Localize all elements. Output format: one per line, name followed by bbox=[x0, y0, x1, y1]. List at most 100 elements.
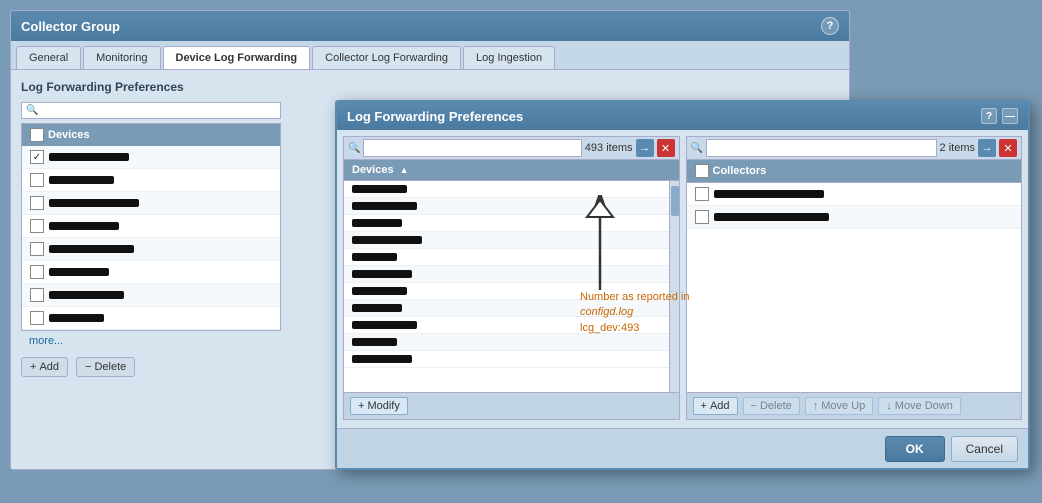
bg-list-item[interactable] bbox=[22, 307, 280, 330]
collectors-search-input[interactable] bbox=[706, 139, 937, 157]
list-item[interactable] bbox=[344, 198, 669, 215]
device-name bbox=[352, 321, 417, 329]
bg-delete-icon: − bbox=[85, 361, 91, 373]
list-item[interactable] bbox=[344, 300, 669, 317]
bg-device-name bbox=[49, 245, 134, 253]
bg-row-checkbox[interactable] bbox=[30, 196, 44, 210]
collectors-clear-icon-btn[interactable]: ✕ bbox=[999, 139, 1017, 157]
bg-list-item[interactable] bbox=[22, 146, 280, 169]
devices-list[interactable] bbox=[344, 181, 679, 392]
bg-row-checkbox[interactable] bbox=[30, 265, 44, 279]
bg-row-checkbox[interactable] bbox=[30, 242, 44, 256]
devices-item-count: 493 items bbox=[585, 142, 633, 154]
cancel-button[interactable]: Cancel bbox=[951, 436, 1018, 462]
bg-section-header: Log Forwarding Preferences bbox=[21, 80, 839, 94]
devices-list-header: Devices ▲ bbox=[344, 160, 679, 181]
move-up-icon: ↑ bbox=[813, 400, 819, 412]
bg-delete-button[interactable]: − Delete bbox=[76, 357, 135, 377]
bg-list-item[interactable] bbox=[22, 261, 280, 284]
bg-row-checkbox[interactable] bbox=[30, 219, 44, 233]
device-name bbox=[352, 185, 407, 193]
bg-list-item[interactable] bbox=[22, 284, 280, 307]
modal-help-icon[interactable]: ? bbox=[981, 108, 997, 124]
bg-device-name bbox=[49, 176, 114, 184]
collector-name bbox=[714, 213, 829, 221]
devices-pane: 🔍 493 items → ✕ Devices ▲ bbox=[343, 136, 680, 420]
list-item[interactable] bbox=[344, 317, 669, 334]
list-item[interactable] bbox=[344, 266, 669, 283]
tab-log-ingestion[interactable]: Log Ingestion bbox=[463, 46, 555, 69]
bg-device-name bbox=[49, 268, 109, 276]
log-forwarding-modal: Log Forwarding Preferences ? — 🔍 493 ite… bbox=[335, 100, 1030, 470]
modify-button[interactable]: + Modify bbox=[350, 397, 408, 415]
collectors-list-header: Collectors bbox=[687, 160, 1022, 183]
collectors-search-icon: 🔍 bbox=[691, 143, 703, 154]
bg-row-checkbox[interactable] bbox=[30, 311, 44, 325]
bg-list-item[interactable] bbox=[22, 238, 280, 261]
bg-row-checkbox[interactable] bbox=[30, 173, 44, 187]
move-down-icon: ↓ bbox=[886, 400, 892, 412]
list-item[interactable] bbox=[687, 183, 1022, 206]
devices-search-input[interactable] bbox=[363, 139, 581, 157]
list-item[interactable] bbox=[344, 181, 669, 198]
collectors-add-button[interactable]: + Add bbox=[693, 397, 738, 415]
bg-device-list-header: Devices bbox=[22, 124, 280, 146]
bg-row-checkbox[interactable] bbox=[30, 150, 44, 164]
bg-add-icon: + bbox=[30, 361, 36, 373]
list-item[interactable] bbox=[687, 206, 1022, 229]
list-item[interactable] bbox=[344, 215, 669, 232]
collectors-delete-icon: − bbox=[751, 400, 757, 412]
devices-scrollbar[interactable] bbox=[669, 181, 679, 392]
tab-collector-log-forwarding[interactable]: Collector Log Forwarding bbox=[312, 46, 461, 69]
list-item[interactable] bbox=[344, 334, 669, 351]
bg-search-icon: 🔍 bbox=[26, 105, 38, 116]
ok-button[interactable]: OK bbox=[885, 436, 945, 462]
bg-device-name bbox=[49, 291, 124, 299]
modify-icon: + bbox=[358, 400, 364, 412]
bg-header-checkbox[interactable] bbox=[30, 128, 44, 142]
bg-search-bar: 🔍 bbox=[21, 102, 281, 119]
collectors-move-up-button[interactable]: ↑ Move Up bbox=[805, 397, 874, 415]
collectors-move-down-button[interactable]: ↓ Move Down bbox=[878, 397, 961, 415]
bg-row-checkbox[interactable] bbox=[30, 288, 44, 302]
collectors-add-icon-btn[interactable]: → bbox=[978, 139, 996, 157]
tab-device-log-forwarding[interactable]: Device Log Forwarding bbox=[163, 46, 311, 69]
devices-scroll-thumb[interactable] bbox=[671, 186, 679, 216]
collectors-add-icon: + bbox=[701, 400, 707, 412]
device-name bbox=[352, 202, 417, 210]
bg-list-item[interactable] bbox=[22, 215, 280, 238]
device-name bbox=[352, 236, 422, 244]
bg-panel-help-icon[interactable]: ? bbox=[821, 17, 839, 35]
device-name bbox=[352, 270, 412, 278]
bg-list-item[interactable] bbox=[22, 169, 280, 192]
device-name bbox=[352, 338, 397, 346]
devices-sort-arrow: ▲ bbox=[400, 165, 409, 175]
list-item[interactable] bbox=[344, 283, 669, 300]
collectors-pane-toolbar: + Add − Delete ↑ Move Up ↓ Move Down bbox=[687, 392, 1022, 419]
collectors-item-count: 2 items bbox=[940, 142, 975, 154]
devices-clear-icon-btn[interactable]: ✕ bbox=[657, 139, 675, 157]
devices-search-bar: 🔍 493 items → ✕ bbox=[344, 137, 679, 160]
devices-pane-toolbar: + Modify bbox=[344, 392, 679, 419]
modal-titlebar-icons: ? — bbox=[981, 108, 1018, 124]
modal-footer: OK Cancel bbox=[337, 428, 1028, 468]
collector-name bbox=[714, 190, 824, 198]
list-item[interactable] bbox=[344, 351, 669, 368]
bg-list-item[interactable] bbox=[22, 192, 280, 215]
devices-add-icon-btn[interactable]: → bbox=[636, 139, 654, 157]
bg-device-name bbox=[49, 199, 139, 207]
tab-monitoring[interactable]: Monitoring bbox=[83, 46, 160, 69]
collector-checkbox[interactable] bbox=[695, 210, 709, 224]
modal-body: 🔍 493 items → ✕ Devices ▲ bbox=[337, 130, 1028, 426]
device-name bbox=[352, 253, 397, 261]
list-item[interactable] bbox=[344, 232, 669, 249]
modal-minimize-icon[interactable]: — bbox=[1002, 108, 1018, 124]
collectors-delete-button[interactable]: − Delete bbox=[743, 397, 800, 415]
bg-add-button[interactable]: + Add bbox=[21, 357, 68, 377]
tab-general[interactable]: General bbox=[16, 46, 81, 69]
devices-search-icon: 🔍 bbox=[348, 143, 360, 154]
list-item[interactable] bbox=[344, 249, 669, 266]
collectors-header-checkbox[interactable] bbox=[695, 164, 709, 178]
collector-checkbox[interactable] bbox=[695, 187, 709, 201]
collectors-list[interactable] bbox=[687, 183, 1022, 392]
